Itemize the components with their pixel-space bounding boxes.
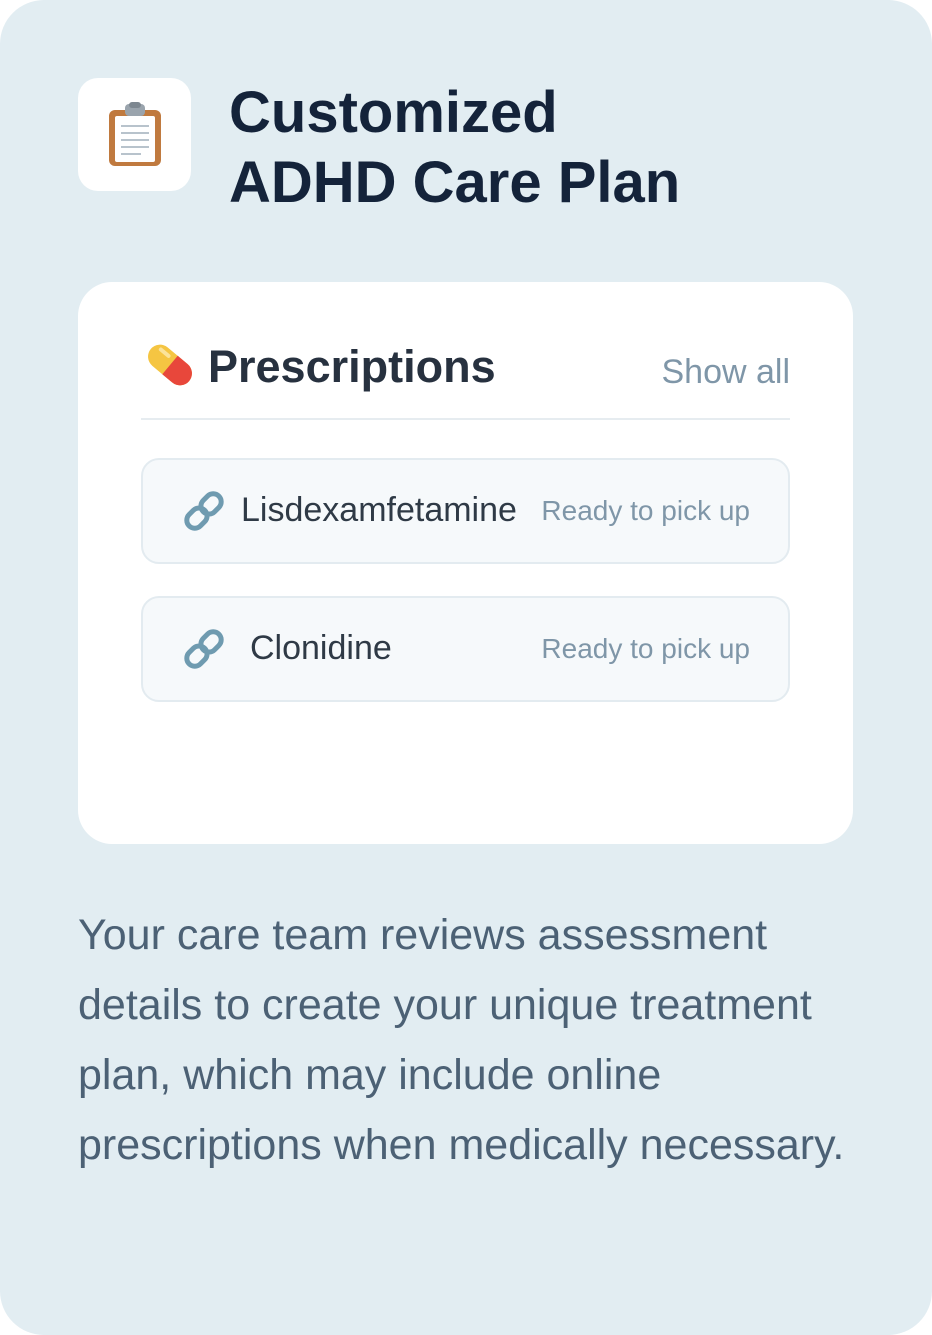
prescriptions-title: Prescriptions [208,341,496,392]
prescription-status: Ready to pick up [541,495,750,526]
prescription-name: Lisdexamfetamine [241,491,517,529]
care-plan-card: Customized ADHD Care Plan Prescriptions … [0,0,932,1335]
pill-icon [148,344,192,386]
page-title: Customized ADHD Care Plan [229,78,680,218]
prescription-status: Ready to pick up [541,633,750,664]
care-plan-description: Your care team reviews assessment detail… [78,911,845,1169]
prescription-name: Clonidine [250,629,392,667]
prescription-item-lisdexamfetamine[interactable]: Lisdexamfetamine Ready to pick up [141,458,790,564]
prescriptions-panel-header: Prescriptions Show all [141,334,790,420]
prescription-item-clonidine[interactable]: Clonidine Ready to pick up [141,596,790,702]
prescriptions-panel: Prescriptions Show all Lisdexamfetamine … [78,282,853,844]
show-all-link[interactable]: Show all [661,352,790,392]
clipboard-icon [78,78,191,191]
link-icon [184,629,224,669]
link-icon [184,491,224,531]
care-plan-header: Customized ADHD Care Plan [78,78,680,218]
page-title-line-2: ADHD Care Plan [229,150,681,215]
page-title-line-1: Customized [229,80,558,145]
